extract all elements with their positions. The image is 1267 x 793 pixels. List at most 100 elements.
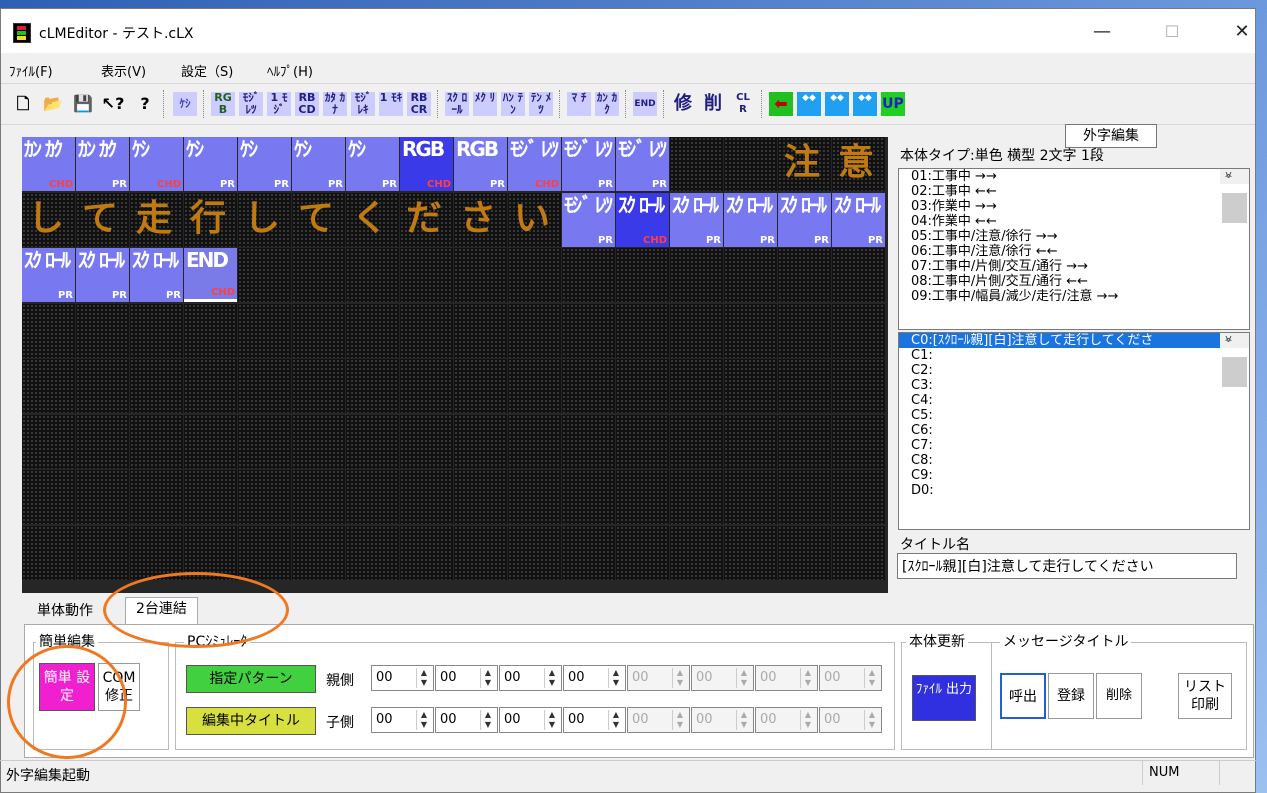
child-spinner[interactable]: 00 ▲ ▼ (563, 707, 626, 733)
maximize-button[interactable]: ☐ (1149, 17, 1195, 47)
grid-cell[interactable] (454, 414, 507, 469)
gaiji-import-icon[interactable]: ◆◆ (797, 92, 821, 116)
pattern-list-scrollbar[interactable]: ^ v (1220, 169, 1249, 223)
gaiji-export-icon[interactable]: ◆◆ (825, 92, 849, 116)
list-item[interactable]: C2: (899, 363, 1249, 378)
list-item[interactable]: C0:[ｽｸﾛｰﾙ親][白]注意して走行してくださ (899, 333, 1249, 348)
grid-cell[interactable] (778, 248, 831, 302)
mekuri-button[interactable]: ﾒｸ ﾘ (473, 92, 497, 116)
grid-cell[interactable] (292, 470, 345, 524)
grid-cell[interactable] (562, 303, 615, 358)
grid-cell[interactable] (184, 414, 237, 469)
grid-cell[interactable] (22, 359, 75, 413)
parent-spinner[interactable]: 00 ▲ ▼ (371, 665, 434, 691)
command-cell[interactable]: ｹｼ CHD (130, 137, 183, 191)
grid-cell[interactable] (346, 303, 399, 358)
grid-cell[interactable] (130, 525, 183, 580)
spinner-arrows-icon[interactable]: ▲ ▼ (480, 710, 495, 730)
grid-cell[interactable] (616, 359, 669, 413)
command-cell[interactable]: ﾓｼﾞ ﾚﾂ CHD (508, 137, 561, 191)
grid-cell[interactable] (400, 359, 453, 413)
menu-help[interactable]: ﾍﾙﾌﾟ(H) (267, 61, 313, 80)
grid-cell[interactable] (454, 359, 507, 413)
grid-cell[interactable] (292, 414, 345, 469)
list-item[interactable]: 02:工事中 ←← (899, 184, 1249, 199)
grid-cell[interactable] (346, 248, 399, 302)
character-cell[interactable]: て (76, 192, 129, 247)
close-button[interactable]: ✕ (1219, 17, 1265, 47)
grid-cell[interactable] (832, 303, 885, 358)
grid-cell[interactable] (670, 248, 723, 302)
command-cell[interactable]: ｽｸ ﾛｰﾙ PR (670, 192, 723, 247)
grid-cell[interactable] (400, 470, 453, 524)
character-cell[interactable]: く (346, 192, 399, 247)
katakana-button[interactable]: ｶﾀ ｶﾅ (323, 92, 347, 116)
list-item[interactable]: C7: (899, 438, 1249, 453)
list-item[interactable]: C3: (899, 378, 1249, 393)
grid-cell[interactable] (778, 470, 831, 524)
rbcr-button[interactable]: RB CR (407, 92, 431, 116)
grid-cell[interactable] (454, 248, 507, 302)
call-button[interactable]: 呼出 (1000, 673, 1046, 719)
grid-cell[interactable] (130, 470, 183, 524)
grid-cell[interactable] (130, 303, 183, 358)
grid-cell[interactable] (22, 525, 75, 580)
grid-cell[interactable] (292, 303, 345, 358)
command-cell[interactable]: ｽｸ ﾛｰﾙ PR (22, 248, 75, 302)
grid-cell[interactable] (724, 470, 777, 524)
grid-cell[interactable] (616, 525, 669, 580)
child-spinner[interactable]: 00 ▲ ▼ (499, 707, 562, 733)
grid-cell[interactable] (778, 414, 831, 469)
grid-cell[interactable] (778, 359, 831, 413)
grid-cell[interactable] (346, 525, 399, 580)
grid-cell[interactable] (724, 414, 777, 469)
grid-cell[interactable] (778, 525, 831, 580)
message-list-scrollbar[interactable]: ^ v (1220, 333, 1249, 387)
grid-cell[interactable] (832, 470, 885, 524)
command-cell[interactable]: ﾓｼﾞ ﾚﾂ PR (562, 137, 615, 191)
spinner-arrows-icon[interactable]: ▲ ▼ (544, 710, 559, 730)
command-cell[interactable]: END CHD (184, 248, 237, 302)
grid-cell[interactable] (724, 303, 777, 358)
grid-cell[interactable] (508, 359, 561, 413)
child-spinner[interactable]: 00 ▲ ▼ (371, 707, 434, 733)
grid-cell[interactable] (130, 414, 183, 469)
command-cell[interactable]: ｶﾝ ｶｸ PR (76, 137, 129, 191)
grid-cell[interactable] (454, 470, 507, 524)
grid-cell[interactable] (832, 359, 885, 413)
scroll-button[interactable]: ｽｸ ﾛｰﾙ (445, 92, 469, 116)
grid-cell[interactable] (832, 525, 885, 580)
list-item[interactable]: 06:工事中/注意/徐行 ←← (899, 244, 1249, 259)
grid-cell[interactable] (508, 525, 561, 580)
list-item[interactable]: 08:工事中/片側/交互/通行 ←← (899, 274, 1249, 289)
list-item[interactable]: C4: (899, 393, 1249, 408)
register-button[interactable]: 登録 (1048, 673, 1094, 719)
grid-cell[interactable] (238, 470, 291, 524)
title-name-field[interactable]: [ｽｸﾛｰﾙ親][白]注意して走行してください (897, 553, 1237, 579)
grid-cell[interactable] (238, 414, 291, 469)
grid-cell[interactable] (184, 470, 237, 524)
open-file-icon[interactable]: 📂 (41, 92, 65, 116)
grid-cell[interactable] (724, 137, 777, 191)
grid-cell[interactable] (454, 303, 507, 358)
command-cell[interactable]: ﾓｼﾞ ﾚﾂ PR (562, 192, 615, 247)
grid-cell[interactable] (616, 470, 669, 524)
grid-cell[interactable] (508, 470, 561, 524)
list-item[interactable]: C9: (899, 468, 1249, 483)
list-item[interactable]: 05:工事中/注意/徐行 →→ (899, 229, 1249, 244)
list-item[interactable]: C1: (899, 348, 1249, 363)
command-cell[interactable]: RGB CHD (400, 137, 453, 191)
grid-cell[interactable] (346, 470, 399, 524)
list-item[interactable]: 01:工事中 →→ (899, 169, 1249, 184)
list-item[interactable]: C6: (899, 423, 1249, 438)
menu-file[interactable]: ﾌｧｲﾙ(F) (9, 61, 53, 80)
spinner-arrows-icon[interactable]: ▲ ▼ (608, 668, 623, 688)
grid-cell[interactable] (724, 248, 777, 302)
grid-cell[interactable] (562, 470, 615, 524)
grid-cell[interactable] (238, 303, 291, 358)
grid-cell[interactable] (76, 525, 129, 580)
grid-cell[interactable] (184, 359, 237, 413)
grid-cell[interactable] (670, 414, 723, 469)
command-cell[interactable]: ｽｸ ﾛｰﾙ PR (130, 248, 183, 302)
grid-cell[interactable] (400, 525, 453, 580)
